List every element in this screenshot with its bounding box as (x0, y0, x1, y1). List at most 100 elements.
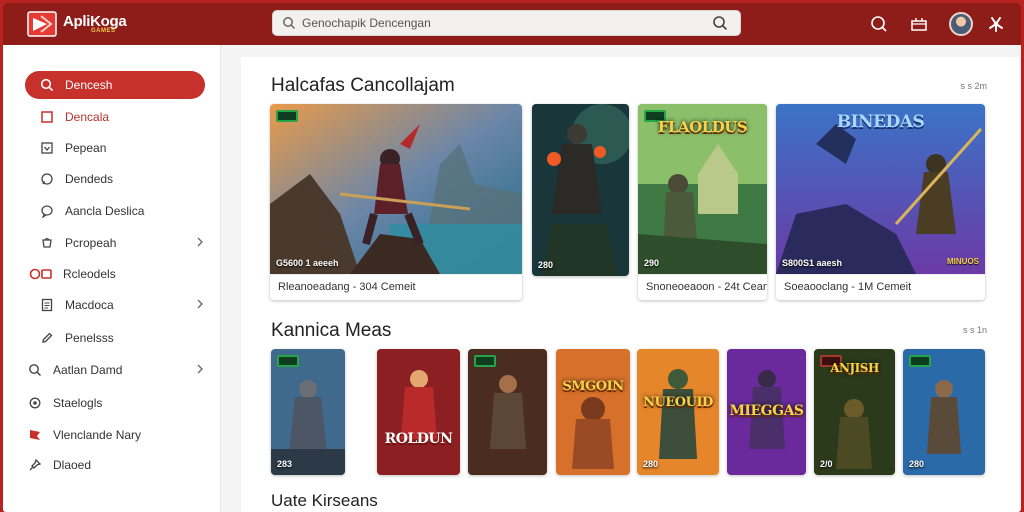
game-title-art: FLAOLDUS (657, 118, 748, 136)
featured-card[interactable]: BINEDAS MINUOS S800S1 aaesh Soeaooclang … (776, 104, 985, 300)
sidebar-item-pcropeah[interactable]: Pcropeah (25, 229, 205, 257)
sidebar-item-search[interactable]: Dencesh (25, 71, 205, 99)
sidebar-item-aancla[interactable]: Aancla Deslica (25, 197, 205, 225)
game-card[interactable]: ANJISH 2/0 (814, 349, 895, 475)
game-art-image (377, 349, 460, 475)
top-bar: ApliKoga GAMES Genochapik Dencengan (3, 3, 1021, 45)
card-badge: 2/0 (820, 459, 833, 469)
sidebar-item-label: Vlenclande Nary (53, 428, 142, 442)
card-caption: Rleanoeadang - 304 Cemeit (270, 274, 522, 300)
store-icon[interactable] (907, 12, 931, 36)
game-art-image (270, 104, 522, 274)
game-card[interactable]: MIEGGAS (727, 349, 806, 475)
square-icon (39, 109, 55, 125)
sidebar-item-label: Dencesh (65, 78, 113, 92)
search-icon (27, 362, 43, 378)
game-corner-label: MINUOS (947, 257, 979, 266)
game-art-image (556, 349, 630, 475)
search-icon (39, 77, 55, 93)
featured-card[interactable]: FLAOLDUS 290 Snoneoeaoon - 24t Ceanat (638, 104, 767, 300)
sidebar-item-label: Dendeds (65, 172, 114, 186)
game-card[interactable]: 283 (271, 349, 345, 475)
main-content: Halcafas Cancollajam ѕ s 2m G5600 1 aeee… (241, 57, 1019, 512)
tag-icon (276, 110, 298, 122)
user-avatar[interactable] (949, 12, 973, 36)
download-box-icon (39, 140, 55, 156)
sidebar-item-dencala[interactable]: Dencala (25, 103, 205, 131)
card-badge: 280 (538, 260, 554, 270)
chat-icon (39, 171, 55, 187)
sidebar-item-dendeds[interactable]: Dendeds (25, 165, 205, 193)
sidebar-item-label: Dlaoed (53, 458, 92, 472)
section-title: Kannica Meas (271, 320, 392, 341)
sidebar-item-aatlan[interactable]: Aatlan Damd (13, 356, 205, 384)
sidebar-item-label: Pepean (65, 141, 107, 155)
tag-icon (474, 355, 496, 367)
card-badge: S800S1 aaesh (782, 258, 843, 268)
record-icon (29, 266, 55, 282)
tag-icon (909, 355, 931, 367)
sidebar-item-label: Aancla Deslica (65, 204, 145, 218)
edit-icon (39, 330, 55, 346)
pin-icon (27, 457, 43, 473)
sidebar-item-dlaoed[interactable]: Dlaoed (13, 451, 193, 479)
sidebar-item-macdoca[interactable]: Macdoca (25, 291, 205, 319)
sidebar: Dencesh Dencala Pepean Dendeds Aancla De… (3, 45, 221, 512)
game-card[interactable]: SMGOIN (556, 349, 630, 475)
search-icon (283, 17, 296, 30)
game-title-art: MIEGGAS (729, 403, 804, 419)
game-title-art: SMGOIN (562, 379, 624, 394)
search-bar[interactable]: Genochapik Dencengan (272, 10, 741, 36)
featured-card[interactable]: 280 (532, 104, 629, 276)
brand-subtitle: GAMES (91, 28, 116, 34)
card-badge: 280 (909, 459, 925, 469)
card-caption: Snoneoeaoon - 24t Ceanat (638, 274, 767, 300)
game-art-image (903, 349, 985, 475)
featured-card[interactable]: G5600 1 aeeeh Rleanoeadang - 304 Cemeit (270, 104, 522, 300)
card-badge: G5600 1 aeeeh (276, 258, 339, 268)
game-art-image (532, 104, 629, 276)
card-badge: 280 (643, 459, 659, 469)
chevron-right-icon (197, 364, 203, 374)
chat-bubble-icon (39, 203, 55, 219)
sidebar-item-penelsss[interactable]: Penelsss (25, 324, 205, 352)
game-title-art: BINEDAS (836, 112, 925, 132)
section-see-all[interactable]: ѕ s 2m (960, 81, 987, 91)
sidebar-item-vlenclande[interactable]: Vlenclande Nary (13, 421, 205, 449)
sidebar-item-label: Staelogls (53, 396, 103, 410)
game-card[interactable]: ROLDUN (377, 349, 460, 475)
flag-icon (27, 427, 43, 443)
card-badge: 290 (644, 258, 660, 268)
sidebar-item-label: Pcropeah (65, 236, 117, 250)
game-card[interactable] (468, 349, 547, 475)
section-title: Halcafas Cancollajam (271, 75, 455, 96)
game-art-image (468, 349, 547, 475)
search-input[interactable]: Genochapik Dencengan (302, 16, 431, 30)
game-art-image (637, 349, 719, 475)
top-search-icon[interactable] (867, 12, 891, 36)
section-see-all[interactable]: ѕ s 1n (963, 325, 987, 335)
chevron-right-icon (197, 237, 203, 247)
settings-icon (27, 395, 43, 411)
sidebar-item-staelogls[interactable]: Staelogls (13, 389, 193, 417)
sidebar-item-pepean[interactable]: Pepean (25, 134, 205, 162)
sidebar-item-label: Dencala (65, 110, 110, 124)
game-art-image (271, 349, 345, 475)
game-card[interactable]: 280 (903, 349, 985, 475)
app-window: ApliKoga GAMES Genochapik Dencengan Denc… (3, 3, 1021, 512)
settings-icon[interactable] (984, 12, 1008, 36)
sidebar-item-label: Rcleodels (63, 267, 116, 281)
game-card[interactable]: NUEOUID 280 (637, 349, 719, 475)
section-title: Uate Kirseans (271, 491, 378, 510)
game-title-art: ANJISH (830, 361, 879, 375)
cart-icon (39, 235, 55, 251)
chevron-right-icon (197, 299, 203, 309)
card-caption: Soeaooclang - 1M Cemeit (776, 274, 985, 300)
game-title-art: ROLDUN (384, 431, 453, 447)
search-submit-icon[interactable] (712, 15, 728, 31)
app-logo-icon[interactable] (27, 10, 57, 38)
sidebar-item-label: Penelsss (65, 331, 114, 345)
sidebar-item-rcleodels[interactable]: Rcleodels (25, 260, 205, 288)
tag-icon (277, 355, 299, 367)
card-badge: 283 (277, 459, 293, 469)
